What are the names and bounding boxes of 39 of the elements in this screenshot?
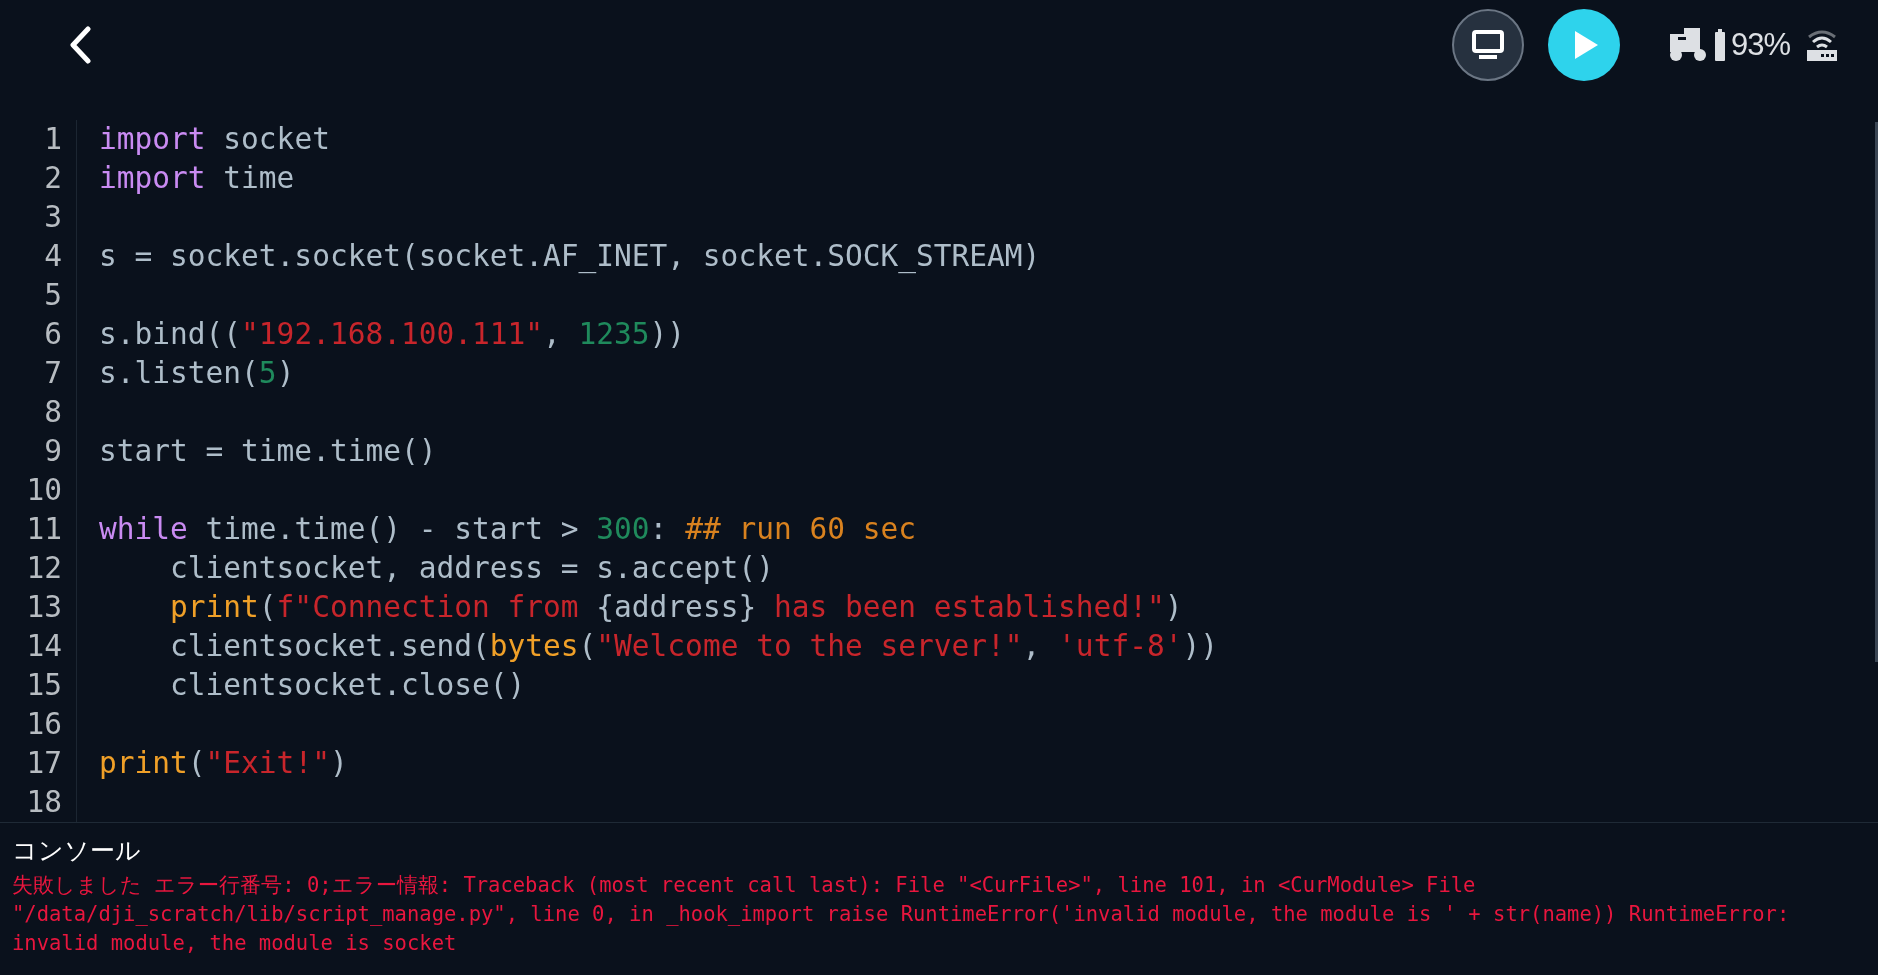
monitor-icon xyxy=(1471,30,1504,60)
console-title: コンソール xyxy=(12,835,142,867)
scrollbar[interactable] xyxy=(1875,122,1878,662)
line-number: 13 xyxy=(0,588,77,627)
line-number: 5 xyxy=(0,276,77,315)
code-line: print("Exit!") xyxy=(99,745,348,782)
line-number: 18 xyxy=(0,783,77,822)
code-line: s.listen(5) xyxy=(99,355,295,392)
line-number: 8 xyxy=(0,393,77,432)
code-line: import socket xyxy=(99,121,330,158)
line-number: 15 xyxy=(0,666,77,705)
line-number: 17 xyxy=(0,744,77,783)
code-line: start = time.time() xyxy=(99,433,437,470)
console-output: 失敗しました エラー行番号: 0;エラー情報: Traceback (most recent call last): File "<CurFile>", line 101, in <CurModule> File "/data/dji_scratch/lib/script_manage.py", line 0, in _hook_import raise RuntimeError('invalid module, the module is ' + str(name)) RuntimeError: invalid module, the module is socket xyxy=(12,872,1791,957)
battery-icon xyxy=(1714,29,1725,61)
code-line: s = socket.socket(socket.AF_INET, socket.SOCK_STREAM) xyxy=(99,238,1041,276)
line-number: 12 xyxy=(0,549,77,588)
code-line: clientsocket, address = s.accept() xyxy=(170,550,774,587)
line-number: 14 xyxy=(0,627,77,666)
play-icon xyxy=(1573,30,1600,60)
code-line: clientsocket.send(bytes("Welcome to the server!", 'utf-8')) xyxy=(170,628,1218,665)
line-number: 6 xyxy=(0,315,77,354)
line-number: 1 xyxy=(0,120,77,159)
line-number: 11 xyxy=(0,510,77,549)
line-number: 2 xyxy=(0,159,77,198)
line-number: 7 xyxy=(0,354,77,393)
battery-percent: 93% xyxy=(1730,27,1790,63)
code-line: clientsocket.close() xyxy=(170,667,526,704)
code-line: while time.time() - start > 300: ## run 60 sec xyxy=(99,511,917,548)
line-number: 10 xyxy=(0,471,77,510)
line-number: 3 xyxy=(0,198,77,237)
line-number: 16 xyxy=(0,705,77,744)
code-line: import time xyxy=(99,160,295,197)
router-icon xyxy=(1806,29,1838,61)
line-number: 4 xyxy=(0,237,77,276)
code-line: s.bind(("192.168.100.111", 1235)) xyxy=(99,316,686,353)
back-icon[interactable] xyxy=(68,26,92,64)
line-number: 9 xyxy=(0,432,77,471)
code-line: print(f"Connection from {address} has been established!") xyxy=(170,589,1183,626)
